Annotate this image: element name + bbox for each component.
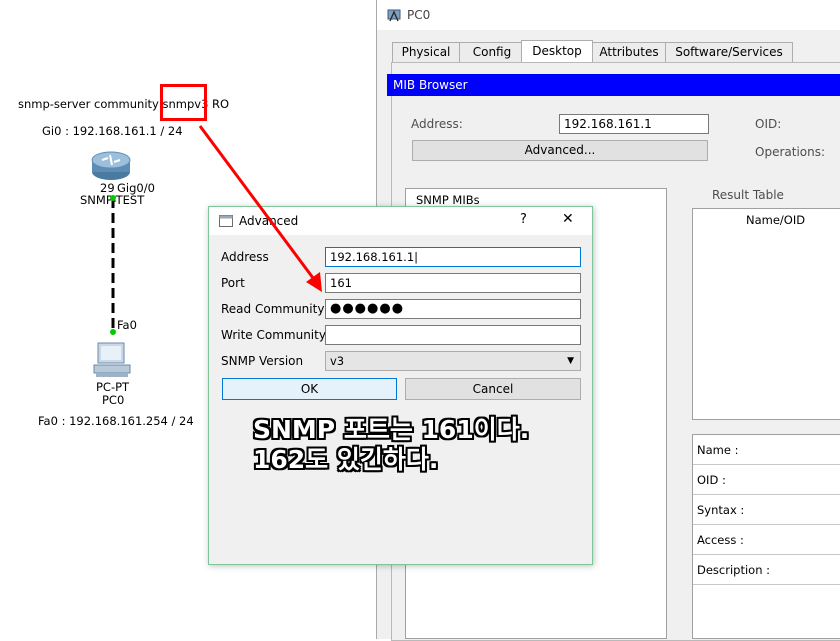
annotation-arrow — [198, 125, 322, 292]
